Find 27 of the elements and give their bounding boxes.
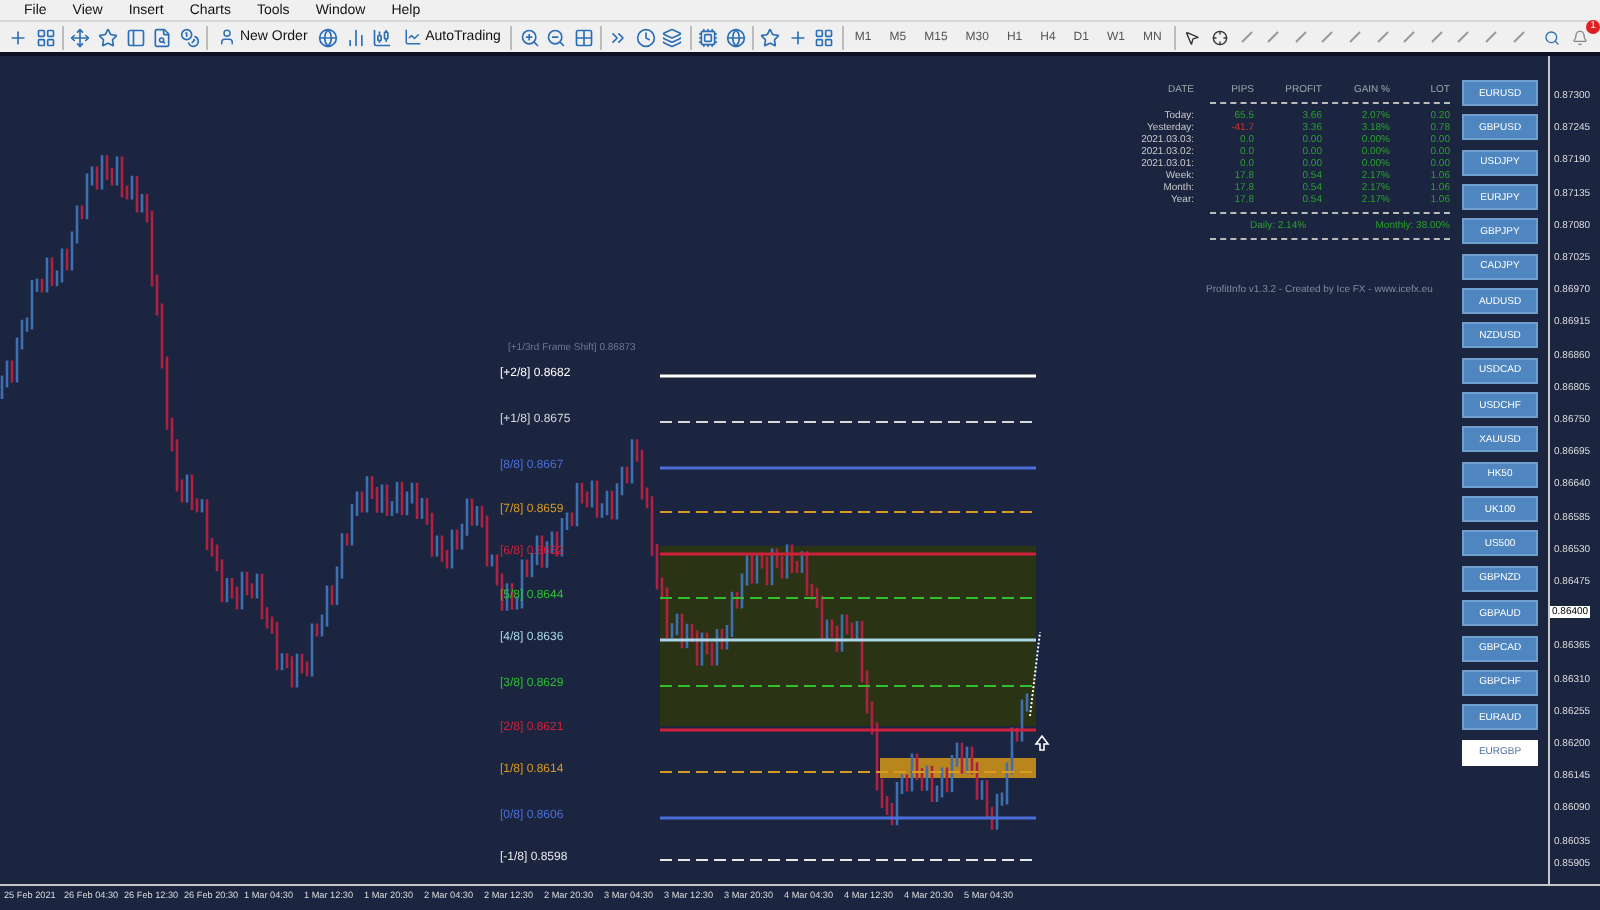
toolbar-glyph-icon bbox=[217, 28, 236, 46]
search-icon[interactable] bbox=[1540, 25, 1563, 49]
toolbar-icon[interactable] bbox=[759, 25, 781, 49]
toolbar-icon[interactable] bbox=[35, 25, 57, 49]
toolbar-icon[interactable] bbox=[371, 25, 394, 49]
toolbar-icon[interactable] bbox=[151, 25, 173, 49]
arrow-up-icon bbox=[1034, 734, 1050, 751]
toolbar-icon[interactable] bbox=[545, 25, 568, 49]
toolbar-icon[interactable] bbox=[724, 25, 746, 49]
bell-icon[interactable] bbox=[1568, 25, 1593, 49]
toolbar-icon[interactable] bbox=[124, 25, 146, 49]
dotted-trend-line bbox=[1029, 631, 1041, 717]
toolbar-icon[interactable] bbox=[635, 25, 657, 49]
toolbar-icon[interactable] bbox=[178, 25, 201, 49]
toolbar-icon[interactable] bbox=[317, 25, 339, 49]
toolbar-icon[interactable] bbox=[813, 25, 836, 49]
toolbar-icon[interactable] bbox=[518, 25, 540, 49]
crosshair-icon[interactable] bbox=[1208, 25, 1230, 49]
toolbar-icon[interactable] bbox=[697, 25, 719, 49]
toolbar-icon[interactable] bbox=[662, 25, 684, 49]
toolbar-icon[interactable] bbox=[8, 25, 30, 49]
toolbar-icon[interactable] bbox=[70, 25, 92, 49]
toolbar-icon[interactable] bbox=[573, 25, 595, 49]
toolbar-glyph-icon bbox=[403, 28, 422, 46]
toolbar-icon[interactable] bbox=[97, 25, 119, 49]
toolbar-icon[interactable] bbox=[344, 25, 366, 49]
toolbar-icon[interactable] bbox=[786, 25, 808, 49]
